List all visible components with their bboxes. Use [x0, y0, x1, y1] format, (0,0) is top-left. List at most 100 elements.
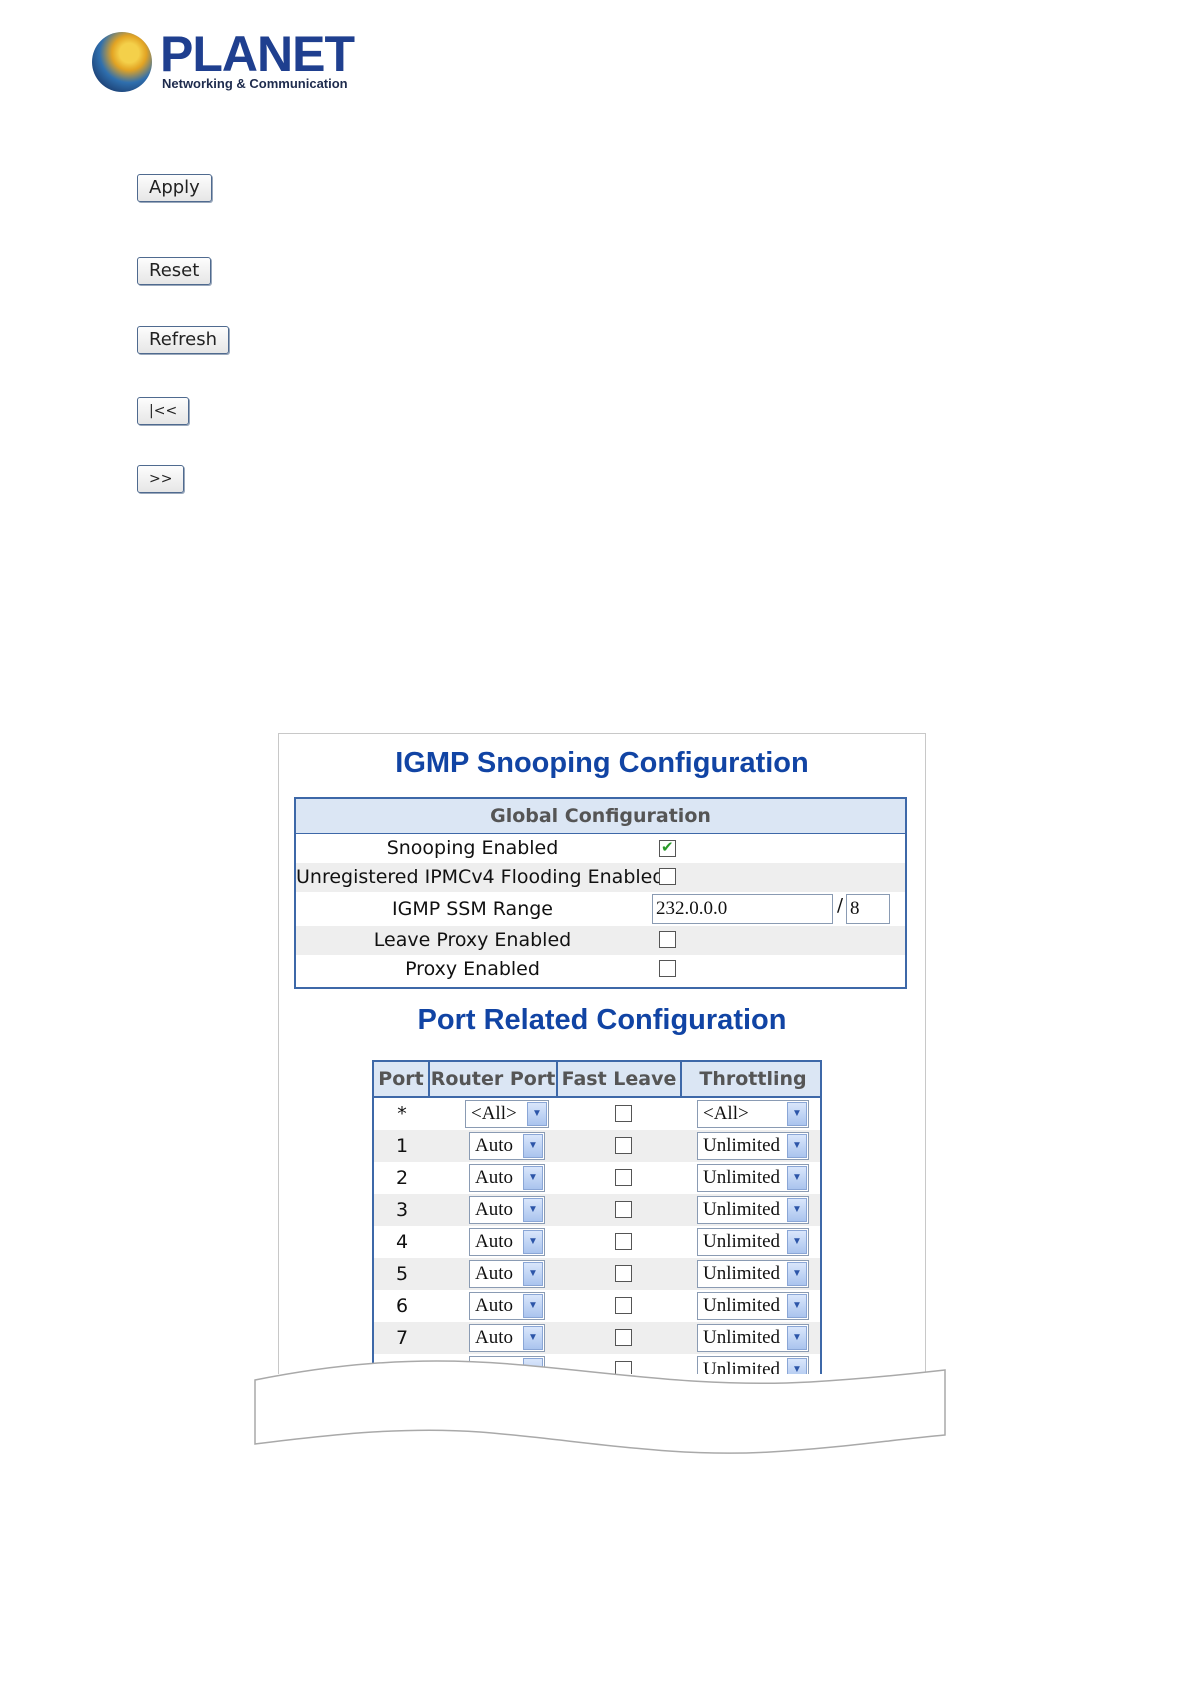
- leave-proxy-row: Leave Proxy Enabled: [296, 926, 905, 955]
- throttling-value: <All>: [703, 1103, 749, 1124]
- chevron-down-icon: ▼: [787, 1102, 807, 1126]
- torn-edge-shape: [254, 1360, 946, 1454]
- apply-button[interactable]: Apply: [137, 174, 212, 202]
- port-cell: 7: [395, 1327, 409, 1349]
- ssm-address-input[interactable]: 232.0.0.0: [652, 894, 833, 924]
- planet-logo: PLANET Networking & Communication: [92, 26, 355, 100]
- router-port-value: Auto: [475, 1199, 513, 1220]
- fast-leave-checkbox[interactable]: [615, 1201, 632, 1218]
- port-cell: 1: [395, 1135, 409, 1157]
- fast-leave-checkbox[interactable]: [615, 1105, 632, 1122]
- router-port-value: Auto: [475, 1135, 513, 1156]
- fast-leave-checkbox[interactable]: [615, 1265, 632, 1282]
- logo-wordmark: PLANET: [160, 26, 355, 82]
- table-row: 4 Auto ▼ Unlimited ▼: [374, 1226, 820, 1258]
- router-port-value: Auto: [475, 1263, 513, 1284]
- router-port-value: Auto: [475, 1231, 513, 1252]
- fast-leave-checkbox[interactable]: [615, 1169, 632, 1186]
- chevron-down-icon: ▼: [787, 1230, 807, 1254]
- router-port-value: Auto: [475, 1295, 513, 1316]
- port-cell: 6: [395, 1295, 409, 1317]
- logo-tagline: Networking & Communication: [162, 76, 348, 91]
- snooping-enabled-checkbox[interactable]: [659, 838, 676, 857]
- router-port-select[interactable]: Auto ▼: [469, 1228, 545, 1256]
- throttling-select[interactable]: Unlimited ▼: [697, 1292, 809, 1320]
- leave-proxy-checkbox[interactable]: [659, 931, 676, 948]
- port-config-table: Port Router Port Fast Leave Throttling *…: [372, 1060, 822, 1374]
- chevron-down-icon: ▼: [787, 1134, 807, 1158]
- chevron-down-icon: ▼: [523, 1166, 543, 1190]
- chevron-down-icon: ▼: [787, 1166, 807, 1190]
- leave-proxy-label: Leave Proxy Enabled: [373, 929, 572, 951]
- globe-icon: [92, 32, 152, 92]
- router-port-value: Auto: [475, 1167, 513, 1188]
- throttling-select[interactable]: <All> ▼: [697, 1100, 809, 1128]
- snooping-enabled-label: Snooping Enabled: [386, 837, 559, 859]
- col-port: Port: [374, 1062, 430, 1096]
- fast-leave-checkbox[interactable]: [615, 1233, 632, 1250]
- chevron-down-icon: ▼: [523, 1198, 543, 1222]
- chevron-down-icon: ▼: [523, 1134, 543, 1158]
- table-row: 1 Auto ▼ Unlimited ▼: [374, 1130, 820, 1162]
- router-port-value: <All>: [471, 1103, 517, 1124]
- port-cell: 5: [395, 1263, 409, 1285]
- table-row: 3 Auto ▼ Unlimited ▼: [374, 1194, 820, 1226]
- router-port-value: Auto: [475, 1327, 513, 1348]
- global-config-table: Global Configuration Snooping Enabled Un…: [294, 797, 907, 989]
- chevron-down-icon: ▼: [523, 1294, 543, 1318]
- fast-leave-checkbox[interactable]: [615, 1329, 632, 1346]
- port-cell: 2: [395, 1167, 409, 1189]
- refresh-button[interactable]: Refresh: [137, 326, 229, 354]
- router-port-select[interactable]: <All> ▼: [465, 1100, 549, 1128]
- throttling-select[interactable]: Unlimited ▼: [697, 1132, 809, 1160]
- snooping-enabled-row: Snooping Enabled: [296, 834, 905, 863]
- table-row: 5 Auto ▼ Unlimited ▼: [374, 1258, 820, 1290]
- port-cell: 3: [395, 1199, 409, 1221]
- router-port-select[interactable]: Auto ▼: [469, 1324, 545, 1352]
- col-throttling: Throttling: [699, 1068, 807, 1090]
- proxy-enabled-label: Proxy Enabled: [405, 958, 540, 980]
- fast-leave-checkbox[interactable]: [615, 1297, 632, 1314]
- page-title: IGMP Snooping Configuration: [395, 747, 809, 779]
- router-port-select[interactable]: Auto ▼: [469, 1292, 545, 1320]
- chevron-down-icon: ▼: [527, 1102, 547, 1126]
- table-row: * <All> ▼ <All> ▼: [374, 1098, 820, 1130]
- unregistered-flooding-row: Unregistered IPMCv4 Flooding Enabled: [296, 863, 905, 892]
- proxy-enabled-row: Proxy Enabled: [296, 955, 905, 984]
- next-page-button[interactable]: >>: [137, 465, 185, 493]
- chevron-down-icon: ▼: [523, 1262, 543, 1286]
- throttling-value: Unlimited: [703, 1135, 781, 1156]
- port-cell: *: [397, 1103, 407, 1125]
- fast-leave-checkbox[interactable]: [615, 1137, 632, 1154]
- unregistered-flooding-label: Unregistered IPMCv4 Flooding Enabled: [296, 866, 665, 888]
- throttling-value: Unlimited: [703, 1327, 781, 1348]
- igmp-config-panel: IGMP Snooping Configuration Global Confi…: [278, 733, 926, 1374]
- unregistered-flooding-checkbox[interactable]: [659, 868, 676, 885]
- router-port-select[interactable]: Auto ▼: [469, 1196, 545, 1224]
- port-cell: 4: [395, 1231, 409, 1253]
- throttling-value: Unlimited: [703, 1167, 781, 1188]
- throttling-select[interactable]: Unlimited ▼: [697, 1164, 809, 1192]
- first-page-button[interactable]: |<<: [137, 397, 190, 425]
- throttling-select[interactable]: Unlimited ▼: [697, 1260, 809, 1288]
- throttling-select[interactable]: Unlimited ▼: [697, 1228, 809, 1256]
- throttling-select[interactable]: Unlimited ▼: [697, 1324, 809, 1352]
- throttling-value: Unlimited: [703, 1295, 781, 1316]
- port-table-header: Port Router Port Fast Leave Throttling: [374, 1062, 820, 1098]
- torn-page-edge: [254, 1360, 946, 1454]
- throttling-value: Unlimited: [703, 1231, 781, 1252]
- ssm-prefix-input[interactable]: 8: [846, 894, 890, 924]
- table-row: 6 Auto ▼ Unlimited ▼: [374, 1290, 820, 1322]
- ssm-separator: /: [837, 895, 844, 916]
- router-port-select[interactable]: Auto ▼: [469, 1164, 545, 1192]
- router-port-select[interactable]: Auto ▼: [469, 1132, 545, 1160]
- chevron-down-icon: ▼: [523, 1230, 543, 1254]
- col-fast-leave: Fast Leave: [558, 1062, 682, 1096]
- reset-button[interactable]: Reset: [137, 257, 212, 285]
- proxy-enabled-checkbox[interactable]: [659, 960, 676, 977]
- port-section-title: Port Related Configuration: [417, 1004, 787, 1036]
- throttling-select[interactable]: Unlimited ▼: [697, 1196, 809, 1224]
- global-config-header: Global Configuration: [296, 799, 905, 834]
- table-row: 2 Auto ▼ Unlimited ▼: [374, 1162, 820, 1194]
- router-port-select[interactable]: Auto ▼: [469, 1260, 545, 1288]
